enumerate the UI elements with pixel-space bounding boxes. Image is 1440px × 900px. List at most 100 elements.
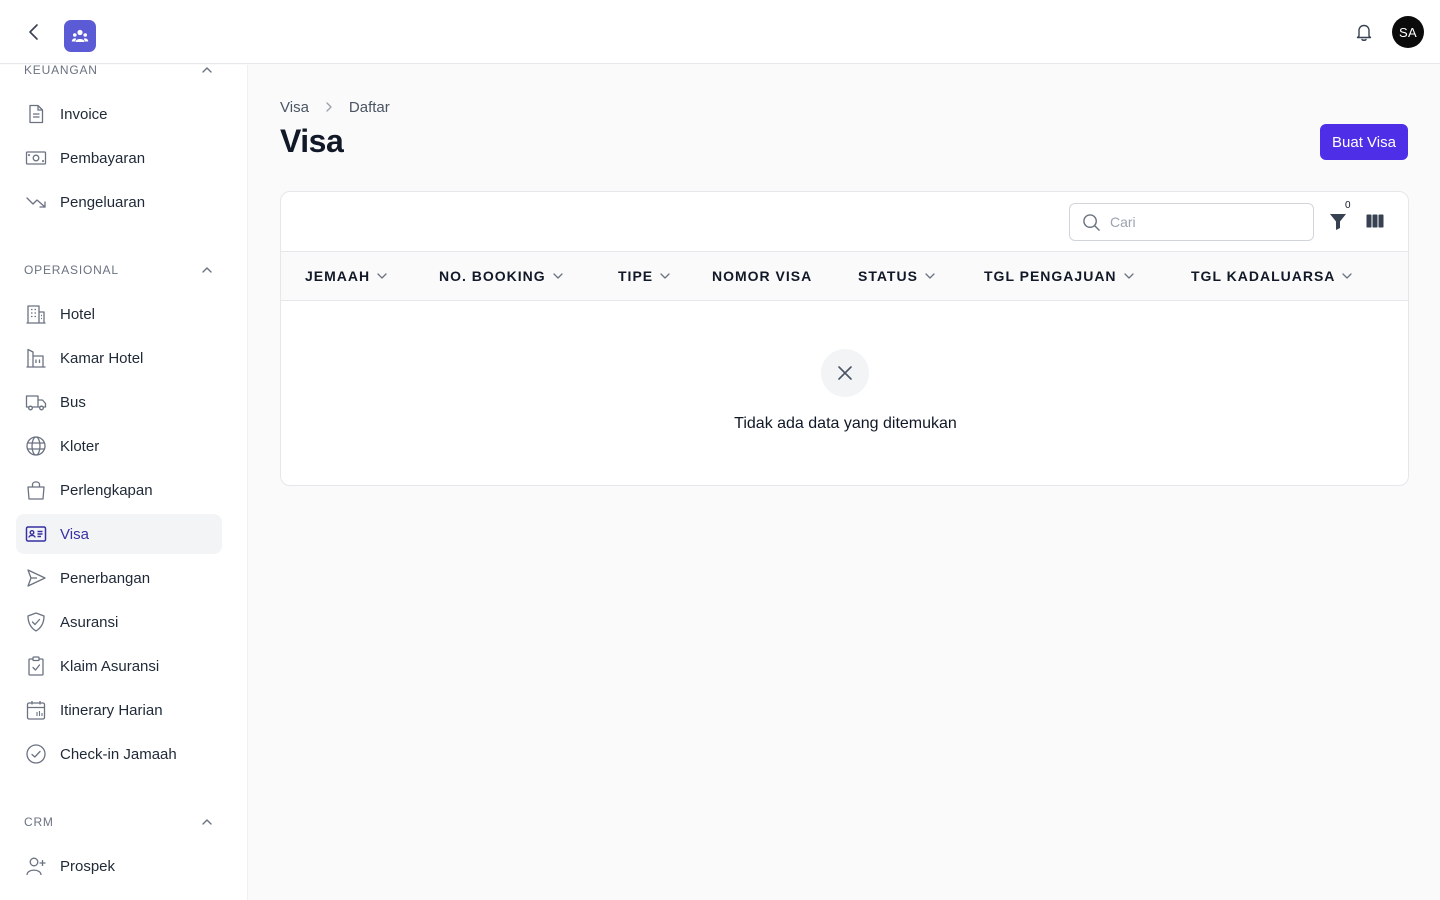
chevron-down-icon [1341,270,1353,282]
search-input[interactable] [1110,214,1290,230]
sidebar-item-prospek[interactable]: Prospek [16,846,222,886]
column-label: TGL KADALUARSA [1191,268,1336,284]
sidebar-item-label: Hotel [60,305,96,323]
sidebar-item-kamar-hotel[interactable]: Kamar Hotel [16,338,222,378]
sidebar-item-itinerary-harian[interactable]: Itinerary Harian [16,690,222,730]
sidebar-item-hotel[interactable]: Hotel [16,294,222,334]
bell-icon [1356,24,1372,41]
section-title: KEUANGAN [24,65,98,77]
column-header-tgl-pengajuan[interactable]: TGL PENGAJUAN [984,252,1135,300]
chevron-left-icon [29,24,38,40]
column-header-tgl-kadaluarsa[interactable]: TGL KADALUARSA [1191,252,1353,300]
clipboard-check-icon [24,654,48,678]
chevron-up-icon [200,815,214,829]
section-title: OPERASIONAL [24,263,119,277]
chevron-up-icon [200,65,214,77]
sidebar-item-pembayaran[interactable]: Pembayaran [16,138,222,178]
column-label: NO. BOOKING [439,268,546,284]
breadcrumb: Visa Daftar [280,97,390,117]
sidebar-item-bus[interactable]: Bus [16,382,222,422]
sidebar-item-label: Visa [60,525,89,543]
sidebar-item-asuransi[interactable]: Asuransi [16,602,222,642]
section-header-crm[interactable]: CRM [24,814,214,830]
sidebar-item-klaim-asuransi[interactable]: Klaim Asuransi [16,646,222,686]
search-box[interactable] [1069,203,1314,241]
x-icon [838,366,852,380]
section-title: CRM [24,815,54,829]
user-avatar[interactable]: SA [1392,16,1424,48]
search-icon [1083,213,1100,231]
check-circle-icon [24,742,48,766]
trend-down-icon [24,190,48,214]
sidebar-item-penerbangan[interactable]: Penerbangan [16,558,222,598]
column-header-tipe[interactable]: TIPE [618,252,671,300]
back-button[interactable] [22,20,46,44]
sidebar-item-label: Kloter [60,437,100,455]
filter-button[interactable] [1327,210,1349,232]
chevron-down-icon [1123,270,1135,282]
visa-table-card: 0 JEMAAH NO. BOOKING TIPE NOMOR VISA STA… [280,191,1409,486]
truck-icon [24,390,48,414]
shopping-bag-icon [24,478,48,502]
sidebar-item-check-in-jamaah[interactable]: Check-in Jamaah [16,734,222,774]
columns-toggle-button[interactable] [1364,210,1386,232]
building-room-icon [24,346,48,370]
section-header-keuangan[interactable]: KEUANGAN [24,65,214,78]
chevron-down-icon [552,270,564,282]
filter-icon [1330,214,1346,230]
column-label: JEMAAH [305,268,371,284]
sidebar-item-label: Pengeluaran [60,193,146,211]
sidebar-item-label: Prospek [60,857,116,875]
chevron-down-icon [659,270,671,282]
column-label: NOMOR VISA [712,268,813,284]
user-plus-icon [24,854,48,878]
column-label: TGL PENGAJUAN [984,268,1117,284]
cash-icon [24,146,48,170]
empty-state-message: Tidak ada data yang ditemukan [734,415,957,432]
sidebar-item-pengeluaran[interactable]: Pengeluaran [16,182,222,222]
page-title: Visa [280,123,344,159]
filter-count-badge: 0 [1345,200,1351,211]
top-bar: SA [0,0,1440,64]
paper-plane-icon [24,566,48,590]
group-icon [71,29,89,42]
sidebar-item-perlengkapan[interactable]: Perlengkapan [16,470,222,510]
columns-icon [1366,214,1384,228]
notifications-button[interactable] [1352,20,1376,44]
id-card-icon [24,522,48,546]
table-header: JEMAAH NO. BOOKING TIPE NOMOR VISA STATU… [281,251,1408,301]
sidebar-item-label: Perlengkapan [60,481,153,499]
chevron-right-icon [323,101,335,113]
sidebar: KEUANGAN Invoice Pembayaran Pengeluaran … [0,65,248,900]
column-header-nomor-visa: NOMOR VISA [712,252,812,300]
main-content: Visa Daftar Visa Buat Visa 0 JEMAAH NO. … [249,65,1440,900]
document-icon [24,102,48,126]
create-visa-button[interactable]: Buat Visa [1320,124,1408,160]
column-label: TIPE [618,268,654,284]
app-logo[interactable] [64,20,96,52]
sidebar-item-label: Kamar Hotel [60,349,144,367]
sidebar-item-invoice[interactable]: Invoice [16,94,222,134]
column-header-no-booking[interactable]: NO. BOOKING [439,252,564,300]
sidebar-item-kloter[interactable]: Kloter [16,426,222,466]
shield-check-icon [24,610,48,634]
column-header-status[interactable]: STATUS [858,252,936,300]
column-header-jemaah[interactable]: JEMAAH [305,252,388,300]
section-header-operasional[interactable]: OPERASIONAL [24,262,214,278]
sidebar-item-label: Klaim Asuransi [60,657,160,675]
sidebar-item-visa[interactable]: Visa [16,514,222,554]
sidebar-item-label: Asuransi [60,613,119,631]
sidebar-item-label: Penerbangan [60,569,151,587]
globe-icon [24,434,48,458]
breadcrumb-item-visa[interactable]: Visa [280,99,309,116]
empty-state-icon [821,349,869,397]
chevron-down-icon [924,270,936,282]
chevron-up-icon [200,263,214,277]
chevron-down-icon [376,270,388,282]
calendar-icon [24,698,48,722]
building-icon [24,302,48,326]
column-label: STATUS [858,268,918,284]
sidebar-item-label: Check-in Jamaah [60,745,177,763]
sidebar-item-label: Itinerary Harian [60,701,163,719]
sidebar-item-label: Bus [60,393,86,411]
